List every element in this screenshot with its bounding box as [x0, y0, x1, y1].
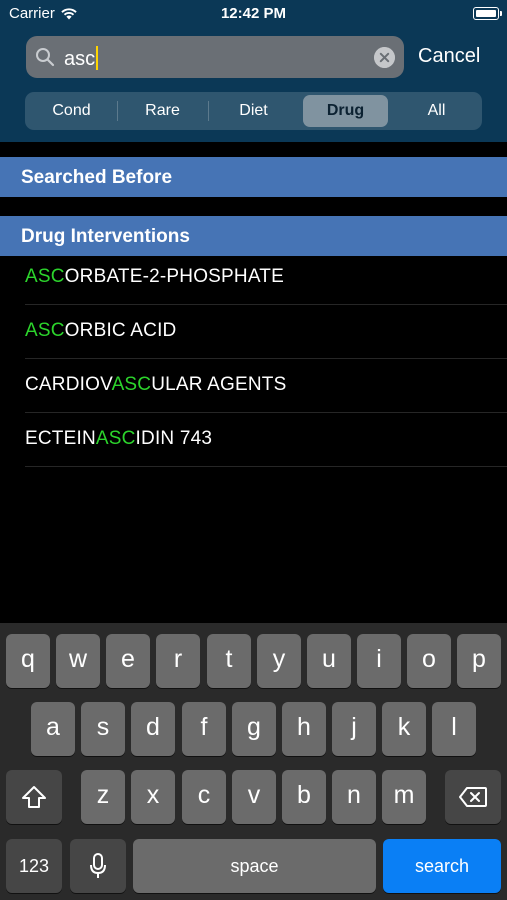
status-bar: Carrier 12:42 PM — [0, 0, 507, 28]
result-row[interactable]: CARDIOVASCULAR AGENTS — [0, 360, 507, 413]
dictation-key[interactable] — [70, 839, 126, 893]
match-highlight: ASC — [25, 320, 65, 341]
match-highlight: ASC — [111, 374, 152, 395]
key-p[interactable]: p — [457, 634, 501, 688]
segment-all[interactable]: All — [394, 95, 479, 127]
key-z[interactable]: z — [81, 770, 125, 824]
search-input[interactable]: asc — [64, 48, 95, 70]
key-g[interactable]: g — [232, 702, 276, 756]
key-n[interactable]: n — [332, 770, 376, 824]
key-q[interactable]: q — [6, 634, 50, 688]
result-row[interactable]: ASCORBATE-2-PHOSPHATE — [0, 252, 507, 305]
key-s[interactable]: s — [81, 702, 125, 756]
key-w[interactable]: w — [56, 634, 100, 688]
microphone-icon — [90, 853, 106, 878]
result-row[interactable]: ASCORBIC ACID — [0, 306, 507, 359]
key-f[interactable]: f — [182, 702, 226, 756]
clear-icon[interactable] — [374, 47, 395, 68]
section-header-drug-interventions: Drug Interventions — [0, 216, 507, 256]
key-x[interactable]: x — [131, 770, 175, 824]
key-r[interactable]: r — [156, 634, 200, 688]
match-highlight: ASC — [95, 428, 136, 449]
key-i[interactable]: i — [357, 634, 401, 688]
shift-key[interactable] — [6, 770, 62, 824]
status-time: 12:42 PM — [220, 5, 287, 22]
search-icon — [36, 48, 55, 67]
keyboard: q w e r t y u i o p a s d f g h j k l z … — [0, 623, 507, 900]
key-h[interactable]: h — [282, 702, 326, 756]
text-caret — [96, 46, 99, 70]
key-c[interactable]: c — [182, 770, 226, 824]
key-k[interactable]: k — [382, 702, 426, 756]
key-a[interactable]: a — [31, 702, 75, 756]
key-d[interactable]: d — [131, 702, 175, 756]
key-o[interactable]: o — [407, 634, 451, 688]
cancel-button[interactable]: Cancel — [418, 45, 480, 68]
delete-icon — [459, 787, 487, 807]
search-key[interactable]: search — [383, 839, 501, 893]
key-v[interactable]: v — [232, 770, 276, 824]
section-header-searched-before: Searched Before — [0, 157, 507, 197]
search-field[interactable]: asc — [26, 36, 404, 78]
segment-cond[interactable]: Cond — [29, 95, 114, 127]
key-m[interactable]: m — [382, 770, 426, 824]
match-highlight: ASC — [25, 266, 65, 287]
segment-drug[interactable]: Drug — [303, 95, 388, 127]
segment-rare[interactable]: Rare — [120, 95, 205, 127]
key-u[interactable]: u — [307, 634, 351, 688]
numbers-key[interactable]: 123 — [6, 839, 62, 893]
result-row[interactable]: ECTEINASCIDIN 743 — [0, 414, 507, 467]
key-e[interactable]: e — [106, 634, 150, 688]
shift-icon — [22, 786, 46, 808]
battery-icon — [473, 7, 502, 20]
delete-key[interactable] — [445, 770, 501, 824]
key-y[interactable]: y — [257, 634, 301, 688]
space-key[interactable]: space — [133, 839, 376, 893]
category-segmented-control: Cond Rare Diet Drug All — [25, 92, 482, 130]
key-l[interactable]: l — [432, 702, 476, 756]
key-j[interactable]: j — [332, 702, 376, 756]
segment-diet[interactable]: Diet — [211, 95, 296, 127]
search-header: Carrier 12:42 PM asc Cancel Cond Rare Di… — [0, 0, 507, 142]
key-t[interactable]: t — [207, 634, 251, 688]
key-b[interactable]: b — [282, 770, 326, 824]
